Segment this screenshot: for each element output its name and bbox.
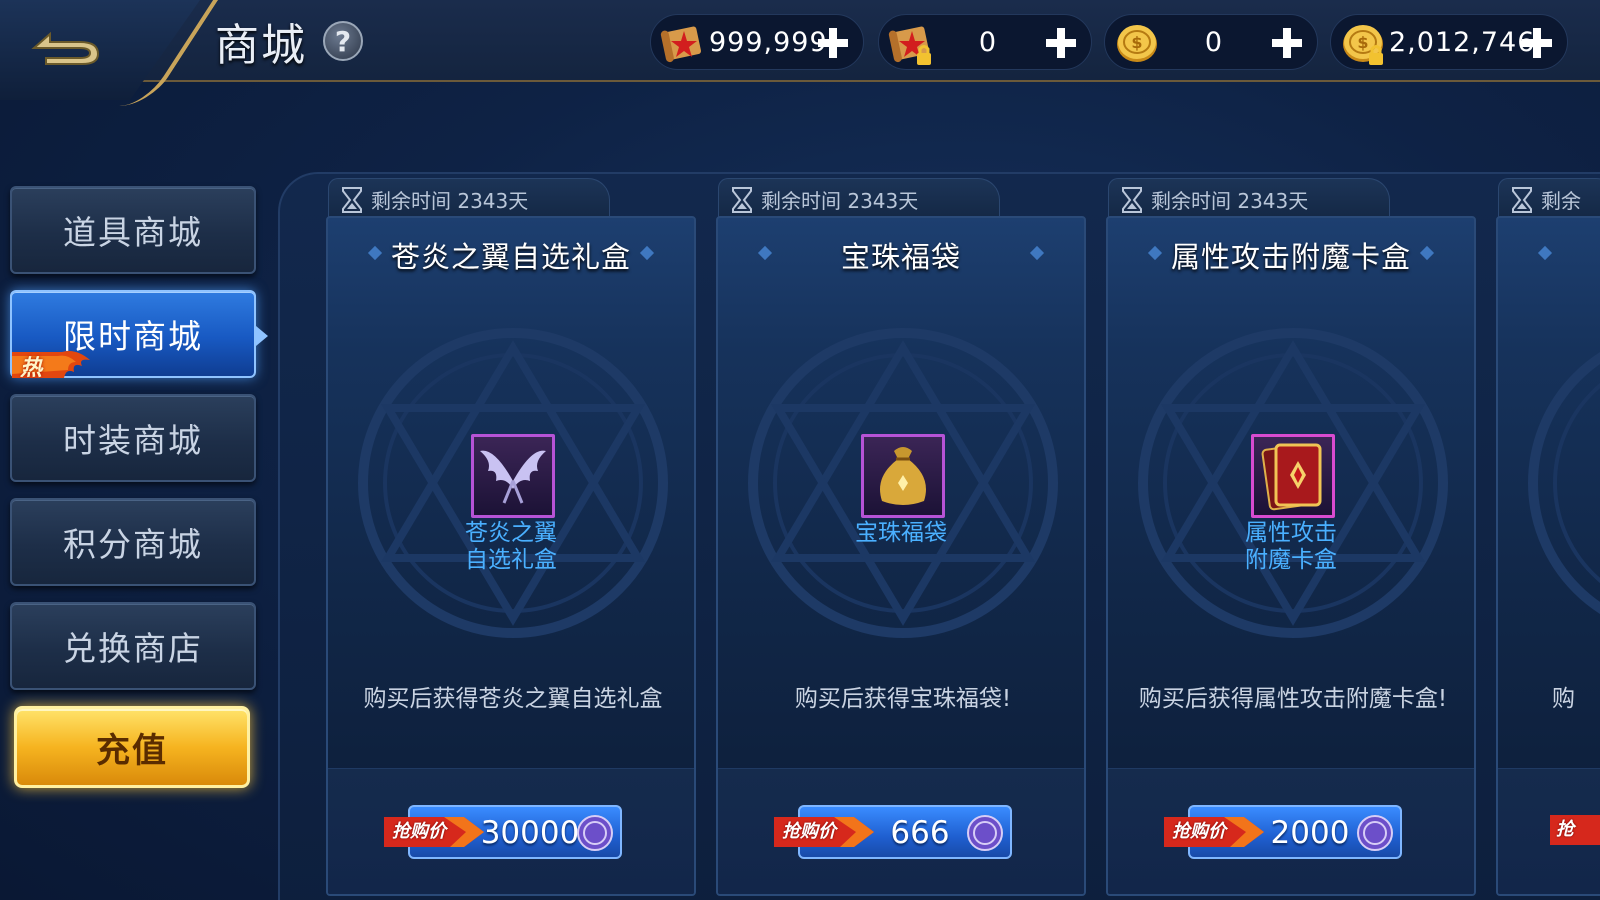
buy-button[interactable]: 抢 [1550,805,1600,859]
title-row: 商城 ? [215,12,363,71]
item-slot[interactable] [1251,434,1335,518]
red-scroll-icon [660,26,702,63]
sidebar-item-label: 时装商城 [63,421,203,460]
enchant-card-box-icon [1261,443,1322,511]
item-name-line: 自选礼盒 [465,547,557,573]
help-button[interactable]: ? [323,21,363,61]
sidebar-item-label: 积分商城 [63,525,203,564]
product-description: 购买后获得宝珠福袋! [794,686,1012,712]
points-coin-icon [1357,815,1393,851]
hourglass-icon [1122,187,1142,213]
product-card: 剩余时间 2343天 苍炎之翼自选礼盒 苍炎之翼 自选礼盒 购买后获得苍炎之翼自… [326,178,696,896]
locked-red-scroll-icon [888,26,931,65]
sidebar-item-points-shop[interactable]: 积分商城 [10,498,256,586]
remaining-time: 剩余时间 2343天 [371,189,529,213]
currency-value: 0 [978,27,998,58]
remaining-time: 剩余时间 2343天 [1151,189,1309,213]
item-name-line: 附魔卡盒 [1245,547,1337,573]
currency-locked-red-scroll: 0 [878,14,1092,70]
price-tag-label: 抢 [1556,819,1574,840]
title-ornament [1537,245,1553,261]
sidebar-item-item-shop[interactable]: 道具商城 [10,186,256,274]
product-card-body[interactable]: 属性攻击附魔卡盒 属性攻击 附魔卡盒 购买后获得属性攻击附魔卡盒! 抢购价 20… [1106,216,1476,896]
timer-tab: 剩余时间 2343天 [328,178,610,218]
price-strip: 抢购价 2000 [1108,768,1474,894]
buy-button[interactable]: 抢购价 2000 [1164,805,1402,859]
shop-screen: 商城 ? 999,999 0 $ 0 $ 2,012,746 道具商城 限时商城… [0,0,1600,900]
currency-gold-coin: $ 0 [1104,14,1318,70]
price-value: 2000 [1270,815,1350,851]
sidebar-item-label: 道具商城 [63,213,203,252]
price-strip: 抢 [1498,768,1600,894]
item-name-line: 宝珠福袋 [855,520,947,546]
hourglass-icon [342,187,362,213]
product-title: 属性攻击附魔卡盒 [1170,240,1411,274]
currency-value: 999,999 [709,27,828,58]
magic-circle-emblem [1528,352,1600,614]
hot-badge-label: 热 [20,356,45,381]
sidebar-item-label: 兑换商店 [63,629,203,668]
price-tag-label: 抢购价 [782,821,836,842]
remaining-time: 剩余时间 2343天 [761,189,919,213]
currency-locked-gold-coin: $ 2,012,746 [1330,14,1568,70]
hourglass-icon [732,187,752,213]
item-name-line: 苍炎之翼 [465,520,557,546]
timer-tab: 剩余 [1498,178,1600,218]
back-arrow-icon [31,31,100,65]
locked-gold-coin-icon: $ [1343,25,1383,65]
add-currency-button[interactable] [1517,23,1557,63]
wings-icon [480,450,546,504]
product-card-body[interactable]: 购 抢 [1496,216,1600,896]
price-strip: 抢购价 30000 [328,768,694,894]
hourglass-icon [1512,187,1532,213]
price-value: 666 [890,815,950,851]
product-card: 剩余时间 2343天 属性攻击附魔卡盒 属性攻击 附魔卡盒 购买后获得属性攻击附… [1106,178,1476,896]
sidebar-item-limited-shop[interactable]: 限时商城 热 [10,290,268,381]
product-title: 宝珠福袋 [840,240,961,274]
product-description: 购 [1552,686,1575,712]
price-value: 30000 [480,815,580,851]
timer-tab: 剩余时间 2343天 [718,178,1000,218]
price-tag-label: 抢购价 [1172,821,1226,842]
item-name: 属性攻击 附魔卡盒 [1108,520,1474,574]
price-tag-label: 抢购价 [392,821,446,842]
sidebar-item-fashion-shop[interactable]: 时装商城 [10,394,256,482]
item-slot[interactable] [471,434,555,518]
product-card-partial: 剩余 购 抢 [1496,178,1600,896]
product-card-body[interactable]: 苍炎之翼自选礼盒 苍炎之翼 自选礼盒 购买后获得苍炎之翼自选礼盒 抢购价 300… [326,216,696,896]
add-currency-button[interactable] [813,23,853,63]
item-name-line: 属性攻击 [1245,520,1337,546]
page-title: 商城 [215,20,307,71]
product-description: 购买后获得属性攻击附魔卡盒! [1138,686,1448,712]
product-card-body[interactable]: 宝珠福袋 宝珠福袋 购买后获得宝珠福袋! 抢购价 666 [716,216,1086,896]
item-slot[interactable] [861,434,945,518]
price-strip: 抢购价 666 [718,768,1084,894]
sidebar-item-exchange-shop[interactable]: 兑换商店 [10,602,256,690]
buy-button[interactable]: 抢购价 30000 [384,805,622,859]
currency-red-scroll: 999,999 [650,14,864,70]
currency-value: 0 [1204,27,1224,58]
add-currency-button[interactable] [1041,23,1081,63]
svg-text:$: $ [1357,33,1368,52]
buy-button[interactable]: 抢购价 666 [774,805,1012,859]
product-card: 剩余时间 2343天 宝珠福袋 宝珠福袋 购买后获得宝珠福袋! 抢购价 666 [716,178,1086,896]
lucky-bag-icon [880,447,926,505]
gold-coin-icon: $ [1117,25,1157,62]
item-name: 苍炎之翼 自选礼盒 [328,520,694,574]
recharge-button[interactable]: 充值 [14,706,250,788]
add-currency-button[interactable] [1267,23,1307,63]
item-name: 宝珠福袋 [718,520,1084,547]
svg-text:$: $ [1131,33,1142,52]
points-coin-icon [967,815,1003,851]
timer-tab: 剩余时间 2343天 [1108,178,1390,218]
currency-value: 2,012,746 [1389,27,1536,58]
product-description: 购买后获得苍炎之翼自选礼盒 [363,686,663,712]
product-title: 苍炎之翼自选礼盒 [390,240,631,274]
points-coin-icon [577,815,613,851]
back-button[interactable] [28,18,108,70]
remaining-time: 剩余 [1541,189,1581,213]
